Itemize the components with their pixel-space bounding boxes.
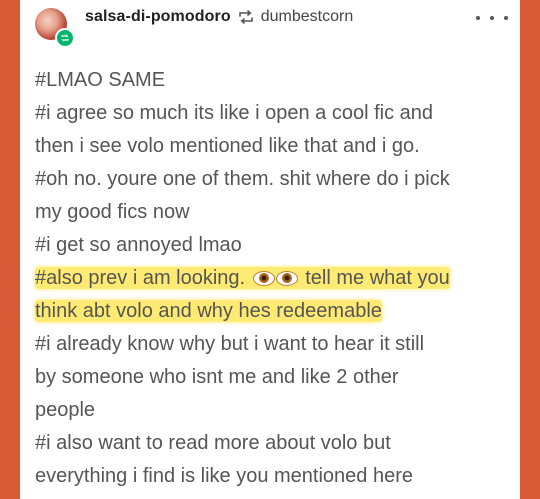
tag-line[interactable]: #i agree so much its like i open a cool … [35,97,515,130]
tag-text: #i agree so much its like i open a cool … [35,102,433,124]
tag-line: then i see volo mentioned like that and … [35,130,515,163]
tag-line[interactable]: #LMAO SAME [35,64,515,97]
post-attribution: salsa-di-pomodoro dumbestcorn [85,6,353,28]
reblog-badge-icon [55,28,75,48]
tag-text: everything i find is like you mentioned … [35,465,413,487]
tag-text: tell me what you [305,267,450,289]
reblogged-from-name[interactable]: dumbestcorn [261,8,354,26]
more-dot [504,16,508,20]
tag-line-highlighted: think abt volo and why hes redeemable [35,295,515,328]
tag-line[interactable]: #oh no. youre one of them. shit where do… [35,163,515,196]
tag-line[interactable]: #i already know why but i want to hear i… [35,328,515,361]
tag-text: #i get so annoyed lmao [35,234,242,256]
more-menu-button[interactable] [476,8,508,28]
tag-text: then i see volo mentioned like that and … [35,135,420,157]
post-header: salsa-di-pomodoro dumbestcorn [20,0,520,48]
tag-line: by someone who isnt me and like 2 other [35,361,515,394]
tag-text: #oh no. youre one of them. shit where do… [35,168,450,190]
tag-line: people [35,394,515,427]
tags-section: #LMAO SAME #i agree so much its like i o… [35,64,515,493]
reblog-icon [237,8,255,26]
tag-text: #also prev i am looking. [35,267,246,289]
highlighted-text: #also prev i am looking. tell me what yo… [35,267,450,289]
eye-icon [252,271,275,287]
tag-line[interactable]: #i also want to read more about volo but [35,427,515,460]
tag-line[interactable]: #i get so annoyed lmao [35,229,515,262]
more-dots-icon [476,16,480,20]
more-dot [490,16,494,20]
post-card: salsa-di-pomodoro dumbestcorn #LMAO SAME… [20,0,520,499]
tag-text: by someone who isnt me and like 2 other [35,366,399,388]
tag-line: everything i find is like you mentioned … [35,460,515,493]
eye-icon [275,271,298,287]
tag-line: my good fics now [35,196,515,229]
highlighted-text: think abt volo and why hes redeemable [35,300,382,322]
author-name[interactable]: salsa-di-pomodoro [85,8,231,26]
tag-text: #i also want to read more about volo but [35,432,391,454]
tag-text: #LMAO SAME [35,69,166,91]
tag-text: people [35,399,96,421]
tag-text: my good fics now [35,201,190,223]
eyes-emoji-icon [252,271,298,287]
tag-text: #i already know why but i want to hear i… [35,333,425,355]
tag-line-highlighted[interactable]: #also prev i am looking. tell me what yo… [35,262,515,295]
avatar-wrap[interactable] [35,8,75,48]
